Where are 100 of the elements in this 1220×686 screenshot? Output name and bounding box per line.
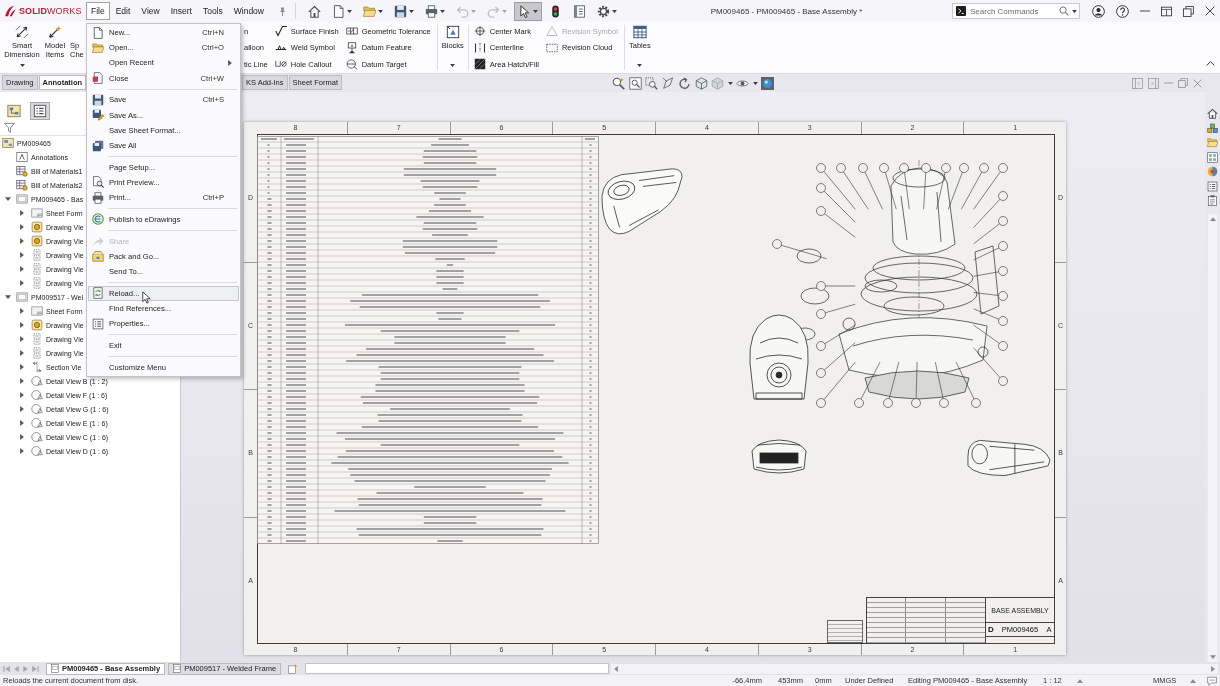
assembly-tree-icon [7, 103, 21, 118]
triangle-right-icon[interactable] [1211, 665, 1215, 672]
caret-down-icon[interactable] [752, 81, 758, 85]
restore-icon[interactable] [1183, 5, 1194, 17]
sphere-scene-icon[interactable] [761, 76, 774, 90]
triangle-right-icon[interactable] [20, 420, 24, 426]
section-arrows-icon [31, 361, 43, 373]
zoom-area-icon[interactable] [645, 76, 658, 90]
triangle-left-icon[interactable] [614, 665, 619, 672]
search-field[interactable]: Search Commands [952, 3, 1080, 19]
menu-button[interactable]: Tools [197, 2, 228, 20]
tolerance-frame-icon [345, 25, 358, 37]
triangle-right-icon[interactable] [20, 350, 24, 356]
triangle-right-icon[interactable] [20, 336, 24, 342]
triangle-right-icon[interactable] [20, 364, 24, 370]
chevron-up-icon[interactable] [1206, 61, 1215, 66]
toolbar-button[interactable] [514, 1, 542, 21]
triangle-down-icon[interactable] [5, 197, 11, 201]
caret-down-icon[interactable] [1072, 10, 1077, 13]
triangle-up-icon[interactable] [1209, 216, 1216, 221]
menu-button[interactable]: View [136, 2, 165, 20]
window-layout-icon[interactable] [1161, 5, 1172, 17]
triangle-right-icon[interactable] [20, 378, 24, 384]
package-icon [92, 250, 104, 263]
color-ball-icon[interactable] [1207, 166, 1218, 177]
gear-icon [597, 4, 610, 18]
menu-button[interactable]: Edit [110, 2, 136, 20]
property-list-icon[interactable] [1207, 180, 1218, 192]
triangle-up-icon[interactable] [1077, 678, 1083, 683]
filter-icon[interactable] [4, 122, 15, 133]
panel-tab[interactable] [30, 101, 50, 120]
caret-down-icon[interactable] [450, 64, 456, 67]
triangle-right-icon[interactable] [20, 210, 24, 216]
caret-down-icon [378, 9, 383, 13]
table-grid-icon [632, 25, 647, 39]
sheet-page-icon [51, 664, 59, 673]
circle-swirl-icon [92, 213, 104, 226]
triangle-right-icon[interactable] [20, 238, 24, 244]
notes-table [827, 620, 863, 643]
stacked-parts-icon[interactable] [1207, 122, 1218, 134]
view-palette-icon[interactable] [1207, 151, 1218, 163]
detail-circle-icon [31, 403, 43, 415]
horizontal-scrollbar[interactable] [611, 663, 1218, 674]
open-folder-icon [363, 4, 376, 18]
rotate-arrow-icon[interactable] [678, 76, 691, 90]
help-icon[interactable] [1116, 4, 1129, 18]
caret-down-icon [533, 9, 538, 13]
triangle-up-icon[interactable] [1190, 678, 1196, 683]
pen-nib-icon[interactable] [661, 76, 675, 90]
clipboard-icon[interactable] [1207, 195, 1218, 206]
document-refresh-icon [92, 287, 104, 300]
annotation-box-icon [16, 151, 28, 163]
triangle-right-icon[interactable] [20, 280, 24, 286]
sheet-format-icon [31, 305, 43, 317]
app-logo: SOLIDWORKS [19, 6, 82, 16]
magnifier-sparkle-icon[interactable] [612, 76, 625, 90]
printer-icon [425, 4, 438, 18]
detail-circle-icon [31, 389, 43, 401]
caret-down-icon[interactable] [727, 81, 733, 85]
document-icon [332, 4, 345, 18]
triangle-right-icon[interactable] [20, 308, 24, 314]
speech-bubble-icon[interactable] [1207, 675, 1217, 686]
zoom-fit-icon[interactable] [628, 76, 642, 90]
menu-button[interactable]: File [86, 2, 110, 20]
vertical-scrollbar[interactable] [1208, 213, 1217, 662]
triangle-down-icon[interactable] [1209, 655, 1216, 659]
stacked-floppy-disks-icon [92, 139, 104, 152]
close-icon[interactable] [1205, 6, 1215, 16]
house-icon[interactable] [1207, 108, 1218, 119]
view-cube-icon[interactable] [694, 76, 708, 90]
search-icon[interactable] [1059, 6, 1069, 16]
center-mark-icon [473, 25, 486, 37]
triangle-right-icon[interactable] [20, 252, 24, 258]
triangle-right-icon[interactable] [20, 224, 24, 230]
menu-button[interactable]: Insert [165, 2, 197, 20]
triangle-right-icon[interactable] [20, 392, 24, 398]
dashed-frames-icon [31, 347, 43, 359]
pushpin-icon[interactable] [278, 5, 287, 17]
triangle-down-icon[interactable] [5, 295, 11, 299]
mouse-pointer-icon [142, 291, 151, 304]
triangle-right-icon[interactable] [20, 406, 24, 412]
caret-down-icon [612, 9, 617, 13]
undo-arrow-icon [456, 4, 469, 18]
house-icon [308, 4, 321, 18]
caret-down-icon[interactable] [637, 64, 643, 67]
caret-down-icon [440, 9, 445, 13]
detail-circle-icon [31, 445, 43, 457]
triangle-right-icon[interactable] [20, 322, 24, 328]
caret-down-icon [502, 9, 507, 13]
triangle-right-icon[interactable] [20, 434, 24, 440]
user-silhouette-icon[interactable] [1092, 4, 1105, 18]
triangle-right-icon[interactable] [20, 266, 24, 272]
caret-down-icon[interactable] [19, 64, 25, 67]
open-folder-icon [92, 41, 104, 54]
menu-button[interactable]: Window [228, 2, 269, 20]
swoosh-logo-icon [4, 5, 17, 17]
triangle-right-icon[interactable] [20, 448, 24, 454]
drawing-document-icon [2, 137, 14, 149]
table-gear-icon [16, 165, 28, 177]
sheet-format-icon [31, 207, 43, 219]
